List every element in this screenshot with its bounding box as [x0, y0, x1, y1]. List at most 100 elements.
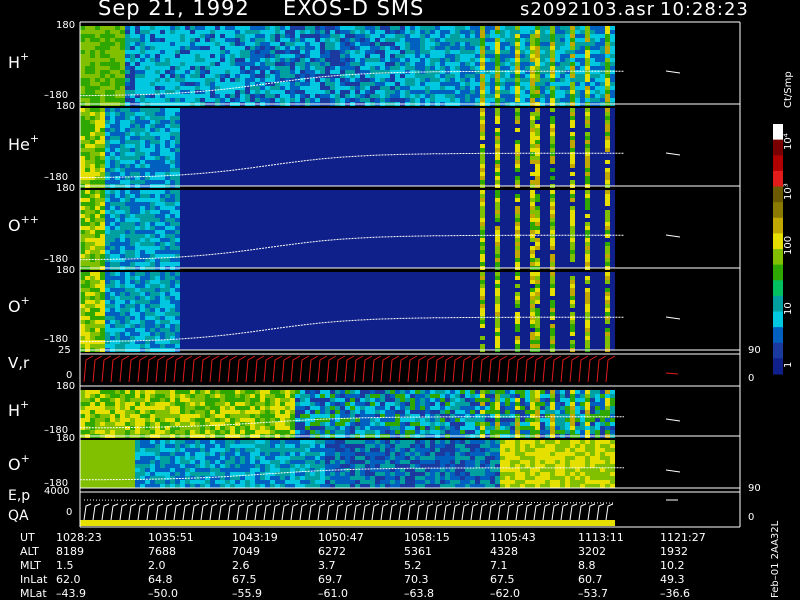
heat-cell [395, 398, 400, 402]
heat-cell [545, 414, 550, 418]
heat-cell [200, 426, 205, 430]
heat-cell [480, 190, 485, 194]
heat-cell [425, 90, 430, 94]
heat-cell [255, 426, 260, 430]
heat-cell [165, 340, 170, 344]
heat-cell [540, 402, 545, 406]
heat-cell [165, 132, 170, 136]
heat-cell [485, 58, 490, 62]
heat-cell [165, 304, 170, 308]
heat-cell [240, 26, 245, 30]
heat-cell [455, 74, 460, 78]
heat-cell [550, 430, 555, 434]
heat-cell [155, 226, 160, 230]
heat-cell [310, 34, 315, 38]
heat-cell [535, 50, 540, 54]
heat-cell [345, 46, 350, 50]
heat-cell [395, 82, 400, 86]
heat-cell [100, 148, 105, 152]
heat-cell [85, 42, 90, 46]
heat-cell [610, 38, 615, 42]
heat-cell [600, 42, 605, 46]
heat-cell [95, 242, 100, 246]
heat-cell [410, 82, 415, 86]
heat-cell [120, 336, 125, 340]
heat-cell [200, 50, 205, 54]
heat-cell [95, 332, 100, 336]
heat-cell [220, 94, 225, 98]
heat-cell [225, 34, 230, 38]
heat-cell [165, 276, 170, 280]
heat-cell [340, 426, 345, 430]
heat-cell [280, 26, 285, 30]
heat-cell [105, 320, 110, 324]
heat-cell [205, 414, 210, 418]
heat-cell [345, 30, 350, 34]
heat-cell [120, 78, 125, 82]
heat-cell [510, 430, 515, 434]
heat-cell [570, 74, 575, 78]
heat-cell [165, 70, 170, 74]
heat-cell [160, 238, 165, 242]
heat-cell [600, 98, 605, 102]
heat-cell [170, 312, 175, 316]
heat-cell [270, 78, 275, 82]
heat-cell [515, 120, 520, 124]
heat-cell [515, 62, 520, 66]
heat-cell [150, 38, 155, 42]
heat-cell [115, 66, 120, 70]
heat-cell [605, 316, 610, 320]
heat-cell [85, 190, 90, 194]
heat-cell [570, 50, 575, 54]
heat-cell [510, 422, 515, 426]
heat-cell [205, 86, 210, 90]
heat-cell [430, 78, 435, 82]
heat-cell [130, 86, 135, 90]
heat-cell [165, 344, 170, 348]
heat-cell [490, 46, 495, 50]
heat-cell [245, 390, 250, 394]
heat-cell [465, 62, 470, 66]
heat-cell [240, 394, 245, 398]
heat-cell [530, 124, 535, 128]
heat-cell [270, 398, 275, 402]
heat-cell [385, 426, 390, 430]
heat-cell [115, 190, 120, 194]
heat-cell [480, 202, 485, 206]
heat-cell [120, 66, 125, 70]
heat-cell [120, 296, 125, 300]
heat-cell [125, 160, 130, 164]
heat-cell [245, 430, 250, 434]
heat-cell [145, 42, 150, 46]
heat-cell [135, 406, 140, 410]
heat-cell [135, 132, 140, 136]
heat-cell [535, 218, 540, 222]
heat-cell [530, 390, 535, 394]
heat-cell [80, 418, 85, 422]
heat-cell [585, 90, 590, 94]
heat-cell [100, 284, 105, 288]
heat-cell [530, 210, 535, 214]
heat-cell [450, 390, 455, 394]
heat-cell [480, 218, 485, 222]
heat-cell [145, 198, 150, 202]
heat-cell [275, 422, 280, 426]
heat-cell [250, 430, 255, 434]
heat-cell [160, 402, 165, 406]
heat-cell [170, 296, 175, 300]
heat-cell [140, 406, 145, 410]
heat-cell [470, 98, 475, 102]
heat-cell [150, 234, 155, 238]
heat-cell [225, 78, 230, 82]
heat-cell [80, 226, 85, 230]
heat-cell [160, 168, 165, 172]
heat-cell [490, 394, 495, 398]
heat-cell [345, 82, 350, 86]
heat-cell [240, 38, 245, 42]
heat-cell [105, 90, 110, 94]
heat-cell [390, 34, 395, 38]
heat-cell [410, 86, 415, 90]
heat-cell [155, 30, 160, 34]
heat-cell [205, 62, 210, 66]
heat-cell [95, 394, 100, 398]
